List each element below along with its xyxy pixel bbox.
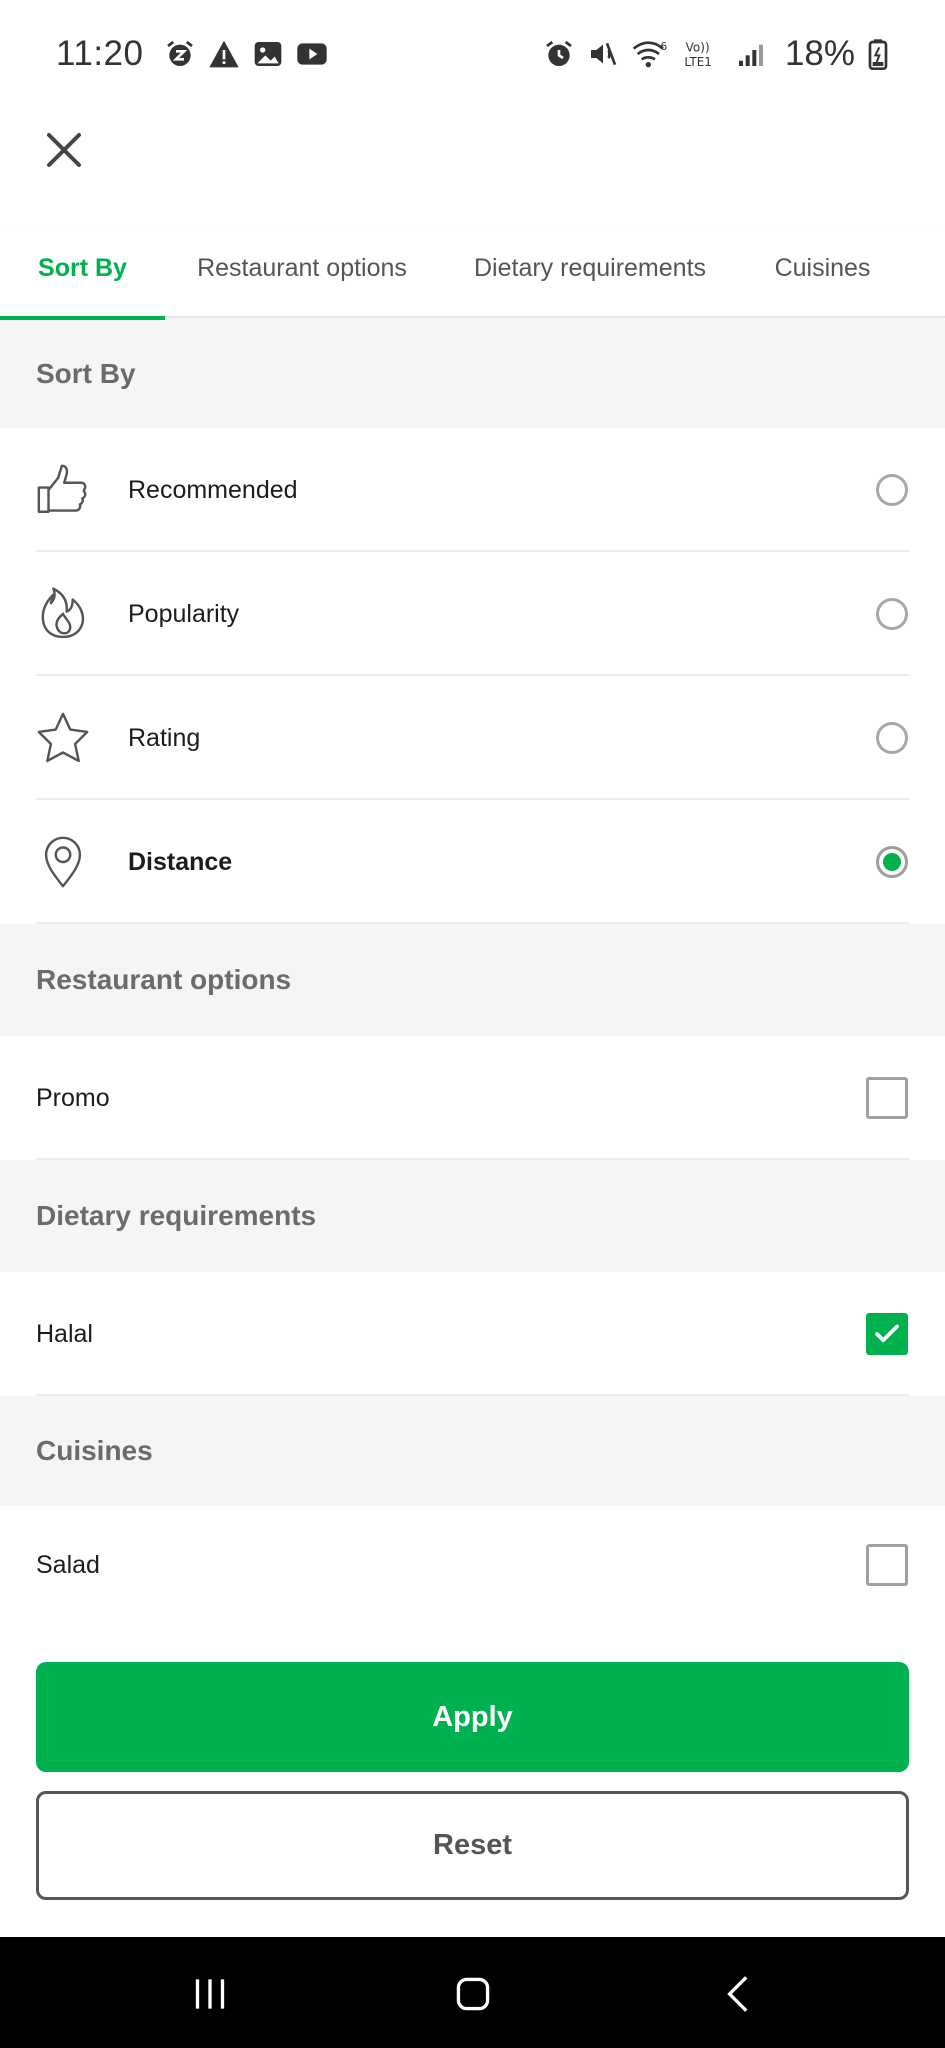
- option-halal[interactable]: Halal: [0, 1272, 945, 1396]
- system-nav-bar: [0, 1937, 945, 2048]
- option-salad[interactable]: Salad: [0, 1506, 945, 1624]
- volte-icon: Vo)) LTE1: [683, 38, 723, 70]
- tab-dietary-requirements[interactable]: Dietary requirements: [455, 226, 725, 318]
- tab-sort-by[interactable]: Sort By: [0, 226, 165, 320]
- option-label: Promo: [36, 1083, 110, 1112]
- radio-distance[interactable]: [876, 846, 908, 878]
- checkbox-halal[interactable]: [866, 1313, 908, 1355]
- volte-label: Vo)): [686, 40, 710, 54]
- reset-button[interactable]: Reset: [36, 1791, 909, 1900]
- sort-option-label: Recommended: [128, 475, 298, 504]
- dietary-requirements-header: Dietary requirements: [0, 1160, 945, 1272]
- wifi-icon: 6: [631, 38, 671, 70]
- star-icon: [34, 709, 92, 767]
- back-icon: [727, 1976, 748, 2012]
- status-left: 11:20: [56, 34, 328, 74]
- sort-option-distance[interactable]: Distance: [0, 800, 945, 924]
- checkmark-icon: [875, 1324, 899, 1343]
- checkbox-promo[interactable]: [866, 1077, 908, 1119]
- option-promo[interactable]: Promo: [0, 1036, 945, 1160]
- cuisines-header: Cuisines: [0, 1396, 945, 1506]
- youtube-icon: [296, 38, 328, 70]
- status-bar: 11:20 6 Vo)) LTE1 18%: [0, 0, 945, 108]
- sort-option-label: Distance: [128, 847, 233, 876]
- recents-icon: [195, 1979, 225, 2009]
- signal-icon: [735, 38, 767, 70]
- home-button[interactable]: [438, 1959, 508, 2029]
- tab-cuisines[interactable]: Cuisines: [760, 226, 885, 318]
- wifi-band-label: 6: [660, 40, 667, 53]
- warning-icon: [208, 38, 240, 70]
- status-right: 6 Vo)) LTE1 18%: [543, 34, 889, 74]
- radio-rating[interactable]: [876, 722, 908, 754]
- sort-option-recommended[interactable]: Recommended: [0, 428, 945, 552]
- close-icon: [47, 133, 81, 167]
- back-button[interactable]: [705, 1959, 775, 2029]
- alarm-icon: [543, 38, 575, 70]
- thumbs-up-icon: [34, 461, 92, 519]
- radio-recommended[interactable]: [876, 474, 908, 506]
- close-button[interactable]: [40, 120, 88, 180]
- restaurant-options-header: Restaurant options: [0, 924, 945, 1036]
- battery-icon: [867, 38, 889, 70]
- tab-restaurant-options[interactable]: Restaurant options: [182, 226, 422, 318]
- home-icon: [456, 1977, 490, 2011]
- location-pin-icon: [34, 833, 92, 891]
- filter-tabs: Sort By Restaurant options Dietary requi…: [0, 226, 945, 320]
- alarm-snooze-icon: [164, 38, 196, 70]
- lte-label: LTE1: [684, 55, 712, 69]
- sort-by-header: Sort By: [0, 320, 945, 428]
- battery-percentage: 18%: [784, 34, 855, 73]
- sort-option-label: Rating: [128, 723, 201, 752]
- sort-option-popularity[interactable]: Popularity: [0, 552, 945, 676]
- checkbox-salad[interactable]: [866, 1544, 908, 1586]
- flame-icon: [34, 585, 92, 643]
- filter-screen: 11:20 6 Vo)) LTE1 18% Sort By Restaurant…: [0, 0, 945, 2048]
- mute-icon: [587, 38, 619, 70]
- gallery-icon: [252, 38, 284, 70]
- status-time: 11:20: [56, 34, 144, 73]
- radio-popularity[interactable]: [876, 598, 908, 630]
- sort-option-rating[interactable]: Rating: [0, 676, 945, 800]
- option-label: Salad: [36, 1550, 100, 1579]
- apply-button[interactable]: Apply: [36, 1662, 909, 1772]
- option-label: Halal: [36, 1319, 93, 1348]
- sort-option-label: Popularity: [128, 599, 240, 628]
- recents-button[interactable]: [175, 1959, 245, 2029]
